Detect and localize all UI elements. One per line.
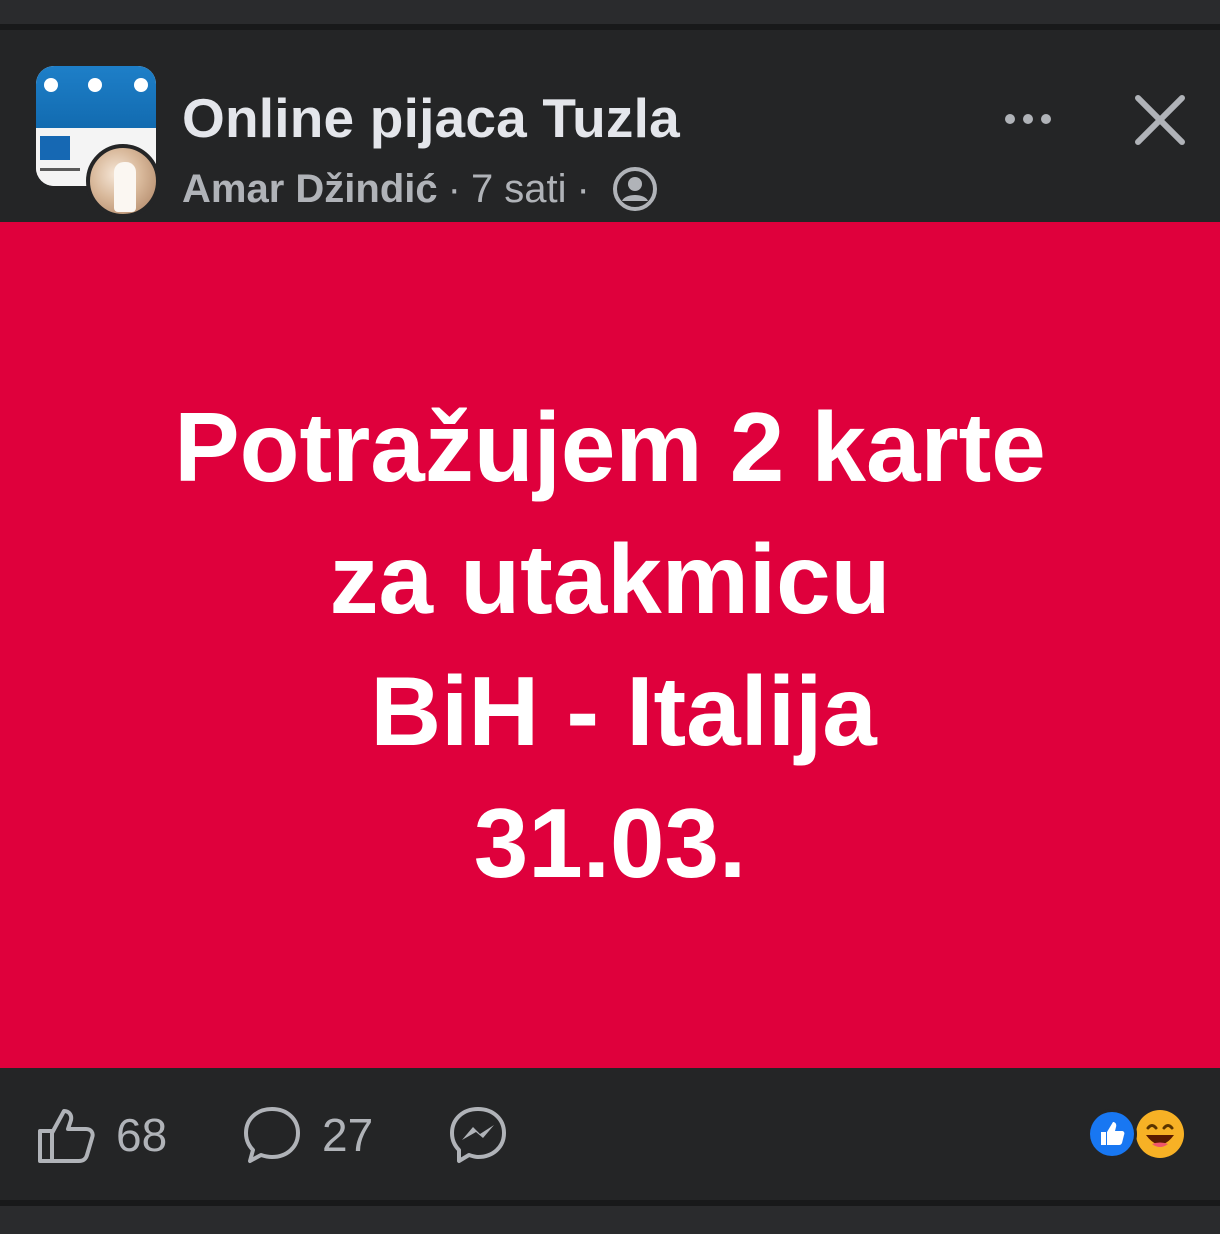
post-image[interactable]: Potražujem 2 karte za utakmicu BiH - Ita… <box>0 222 1220 1068</box>
comment-icon <box>244 1107 300 1163</box>
post-text-line: BiH - Italija <box>343 656 877 766</box>
user-avatar[interactable] <box>86 144 160 218</box>
group-name[interactable]: Online pijaca Tuzla <box>182 86 680 150</box>
thumbs-up-icon <box>38 1109 95 1163</box>
like-count: 68 <box>116 1109 168 1161</box>
author-name[interactable]: Amar Džindić <box>182 167 438 212</box>
post-text-line: Potražujem 2 karte <box>174 392 1046 502</box>
post-actions-bar: 68 27 <box>0 1068 1220 1200</box>
post-text-line: 31.03. <box>473 788 747 898</box>
comment-count: 27 <box>322 1109 374 1161</box>
messenger-icon <box>450 1107 506 1163</box>
like-reaction-icon <box>1087 1109 1137 1159</box>
send-button[interactable] <box>448 1100 508 1170</box>
like-button[interactable]: 68 <box>36 1100 167 1170</box>
more-options-icon <box>1005 114 1015 124</box>
post-text-line: za utakmicu <box>329 524 891 634</box>
bottom-divider <box>0 1206 1220 1234</box>
post-meta: Amar Džindić · 7 sati · <box>182 166 658 212</box>
close-icon <box>1135 95 1185 145</box>
haha-reaction-icon <box>1136 1110 1184 1158</box>
post-header: Online pijaca Tuzla Amar Džindić · 7 sat… <box>0 30 1220 222</box>
meta-separator: · <box>447 166 461 211</box>
comment-button[interactable]: 27 <box>242 1100 373 1170</box>
top-divider <box>0 0 1220 24</box>
meta-separator: · <box>576 166 590 211</box>
close-button[interactable] <box>1128 88 1192 152</box>
post-viewer: Online pijaca Tuzla Amar Džindić · 7 sat… <box>0 0 1220 1234</box>
post-time[interactable]: 7 sati <box>471 167 567 212</box>
members-only-icon <box>612 166 658 212</box>
more-options-button[interactable] <box>992 104 1064 134</box>
reactions-summary[interactable] <box>1086 1108 1186 1160</box>
avatar-group[interactable] <box>36 66 162 218</box>
